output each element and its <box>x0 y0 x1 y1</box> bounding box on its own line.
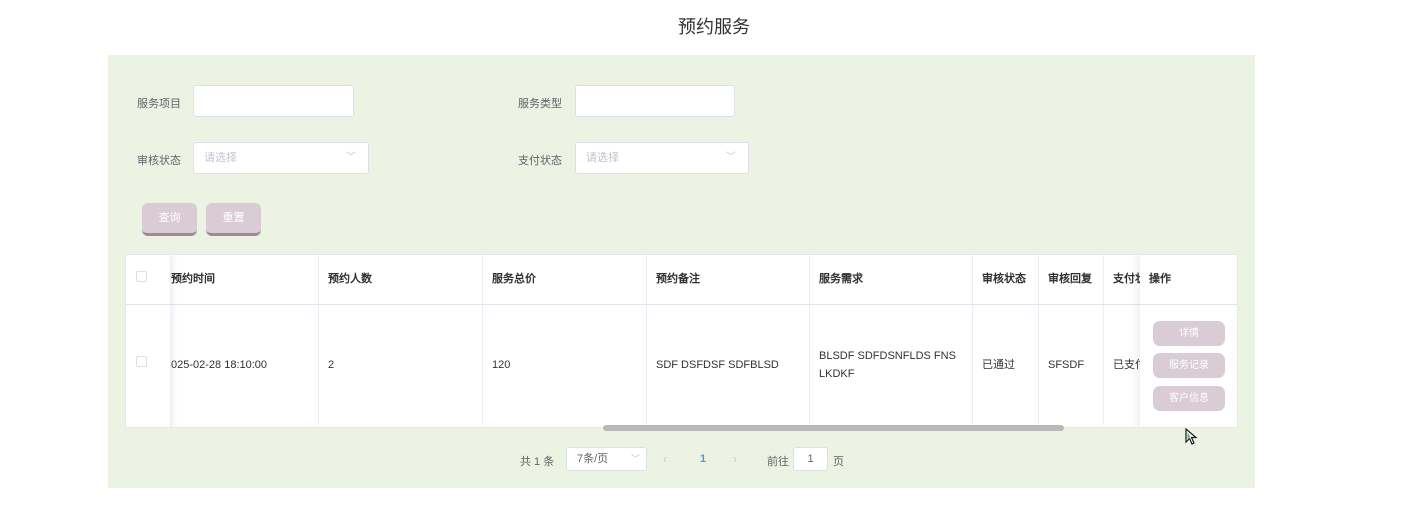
cell-total-price: 120 <box>483 305 647 425</box>
detail-button[interactable]: 详情 <box>1153 321 1225 346</box>
cell-people: 2 <box>319 305 483 425</box>
goto-label: 前往 <box>767 456 789 468</box>
page-size-select[interactable]: 7条/页 ﹀ <box>566 447 647 471</box>
header-booking-time: 预约时间 <box>171 255 319 304</box>
pagination-total: 共 1 条 <box>520 456 555 468</box>
actions-header-divider <box>1140 304 1237 305</box>
cell-audit-reply: SFSDF <box>1039 305 1104 425</box>
page-suffix: 页 <box>833 456 844 468</box>
audit-status-placeholder: 请选择 <box>204 152 237 164</box>
selection-column <box>126 255 171 427</box>
chevron-down-icon: ﹀ <box>726 152 736 163</box>
header-actions: 操作 <box>1149 273 1171 285</box>
actions-column: 操作 详情 服务记录 客户信息 <box>1140 255 1237 427</box>
header-people: 预约人数 <box>319 255 483 304</box>
service-item-label: 服务项目 <box>137 98 181 110</box>
header-pay-status: 支付状 <box>1104 255 1144 304</box>
service-record-button[interactable]: 服务记录 <box>1153 353 1225 378</box>
page-size-value: 7条/页 <box>577 453 609 465</box>
booking-table: 预约时间 预约人数 服务总价 预约备注 服务需求 审核状态 审核回复 支付状 0… <box>125 254 1238 428</box>
chevron-down-icon: ﹀ <box>630 454 640 464</box>
prev-page-icon[interactable]: ‹ <box>663 452 667 466</box>
header-total-price: 服务总价 <box>483 255 647 304</box>
goto-page-input[interactable]: 1 <box>793 447 828 471</box>
service-type-input[interactable] <box>575 85 735 117</box>
pay-status-label: 支付状态 <box>518 155 562 167</box>
customer-info-button[interactable]: 客户信息 <box>1153 386 1225 411</box>
header-remark: 预约备注 <box>647 255 810 304</box>
header-demand: 服务需求 <box>810 255 973 304</box>
service-type-label: 服务类型 <box>518 98 562 110</box>
next-page-icon[interactable]: › <box>733 452 737 466</box>
mouse-cursor-icon <box>1185 428 1198 445</box>
reset-button[interactable]: 重置 <box>206 203 261 236</box>
chevron-down-icon: ﹀ <box>346 152 356 163</box>
header-audit-reply: 审核回复 <box>1039 255 1104 304</box>
cell-audit-status: 已通过 <box>973 305 1039 425</box>
pay-status-select[interactable]: 请选择 ﹀ <box>575 142 749 174</box>
cell-demand: BLSDF SDFDSNFLDS FNS LKDKF <box>810 305 973 425</box>
cell-remark: SDF DSFDSF SDFBLSD <box>647 305 810 425</box>
cell-pay-status: 已支付 <box>1104 305 1144 425</box>
service-item-input[interactable] <box>193 85 354 117</box>
header-audit-status: 审核状态 <box>973 255 1039 304</box>
query-button[interactable]: 查询 <box>142 203 197 236</box>
audit-status-select[interactable]: 请选择 ﹀ <box>193 142 369 174</box>
pay-status-placeholder: 请选择 <box>586 152 619 164</box>
page-number-current[interactable]: 1 <box>700 453 706 465</box>
table-horizontal-scrollbar[interactable] <box>603 425 1064 431</box>
cell-booking-time: 025-02-28 18:10:00 <box>171 305 319 425</box>
page-title: 预约服务 <box>678 17 750 37</box>
audit-status-label: 审核状态 <box>137 155 181 167</box>
